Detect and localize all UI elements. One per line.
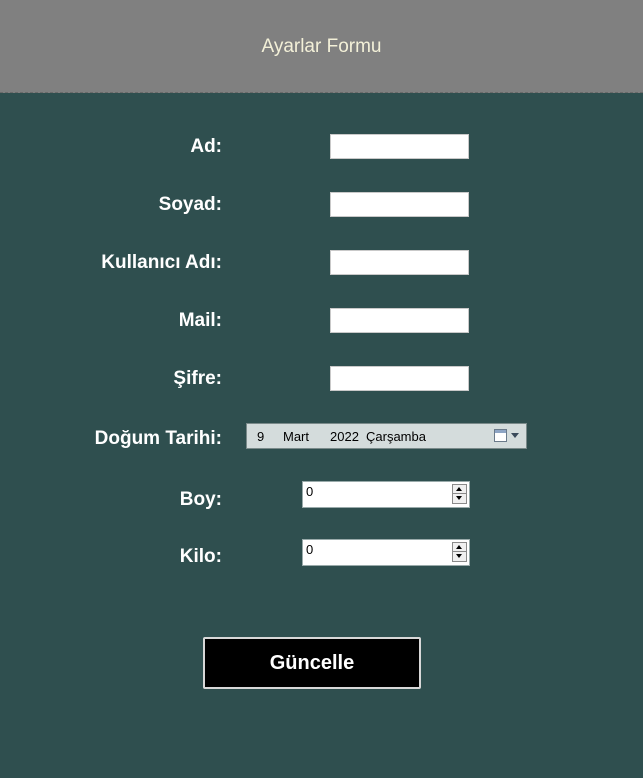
kilo-stepper[interactable]: 0: [302, 539, 470, 566]
arrow-down-icon[interactable]: [453, 494, 466, 503]
ad-input[interactable]: [330, 134, 469, 159]
page-title: Ayarlar Formu: [261, 36, 382, 57]
dogum-tarihi-label: Doğum Tarihi:: [94, 428, 222, 449]
chevron-down-icon: [511, 433, 519, 438]
boy-stepper[interactable]: 0: [302, 481, 470, 508]
date-day: 9: [257, 429, 265, 444]
date-weekday: Çarşamba: [366, 429, 426, 444]
arrow-up-icon[interactable]: [453, 485, 466, 494]
kilo-value: 0: [306, 542, 314, 557]
boy-label: Boy:: [179, 489, 222, 510]
boy-value: 0: [306, 484, 314, 499]
kilo-label: Kilo:: [179, 546, 222, 567]
mail-input[interactable]: [330, 308, 469, 333]
ad-label: Ad:: [190, 136, 222, 157]
date-month: Mart: [283, 429, 309, 444]
sifre-input[interactable]: [330, 366, 469, 391]
kilo-spin-buttons: [452, 542, 467, 562]
soyad-label: Soyad:: [158, 194, 222, 215]
dogum-tarihi-datepicker[interactable]: 9 Mart 2022 Çarşamba: [246, 423, 527, 449]
mail-label: Mail:: [178, 310, 222, 331]
kullanici-adi-input[interactable]: [330, 250, 469, 275]
kullanici-adi-label: Kullanıcı Adı:: [101, 252, 222, 273]
header-bar: Ayarlar Formu: [0, 0, 643, 93]
arrow-down-icon[interactable]: [453, 552, 466, 561]
sifre-label: Şifre:: [173, 368, 222, 389]
soyad-input[interactable]: [330, 192, 469, 217]
update-button[interactable]: Güncelle: [203, 637, 421, 689]
calendar-icon: [494, 429, 507, 442]
date-dropdown-button[interactable]: [492, 428, 522, 444]
arrow-up-icon[interactable]: [453, 543, 466, 552]
boy-spin-buttons: [452, 484, 467, 504]
date-year: 2022: [330, 429, 359, 444]
